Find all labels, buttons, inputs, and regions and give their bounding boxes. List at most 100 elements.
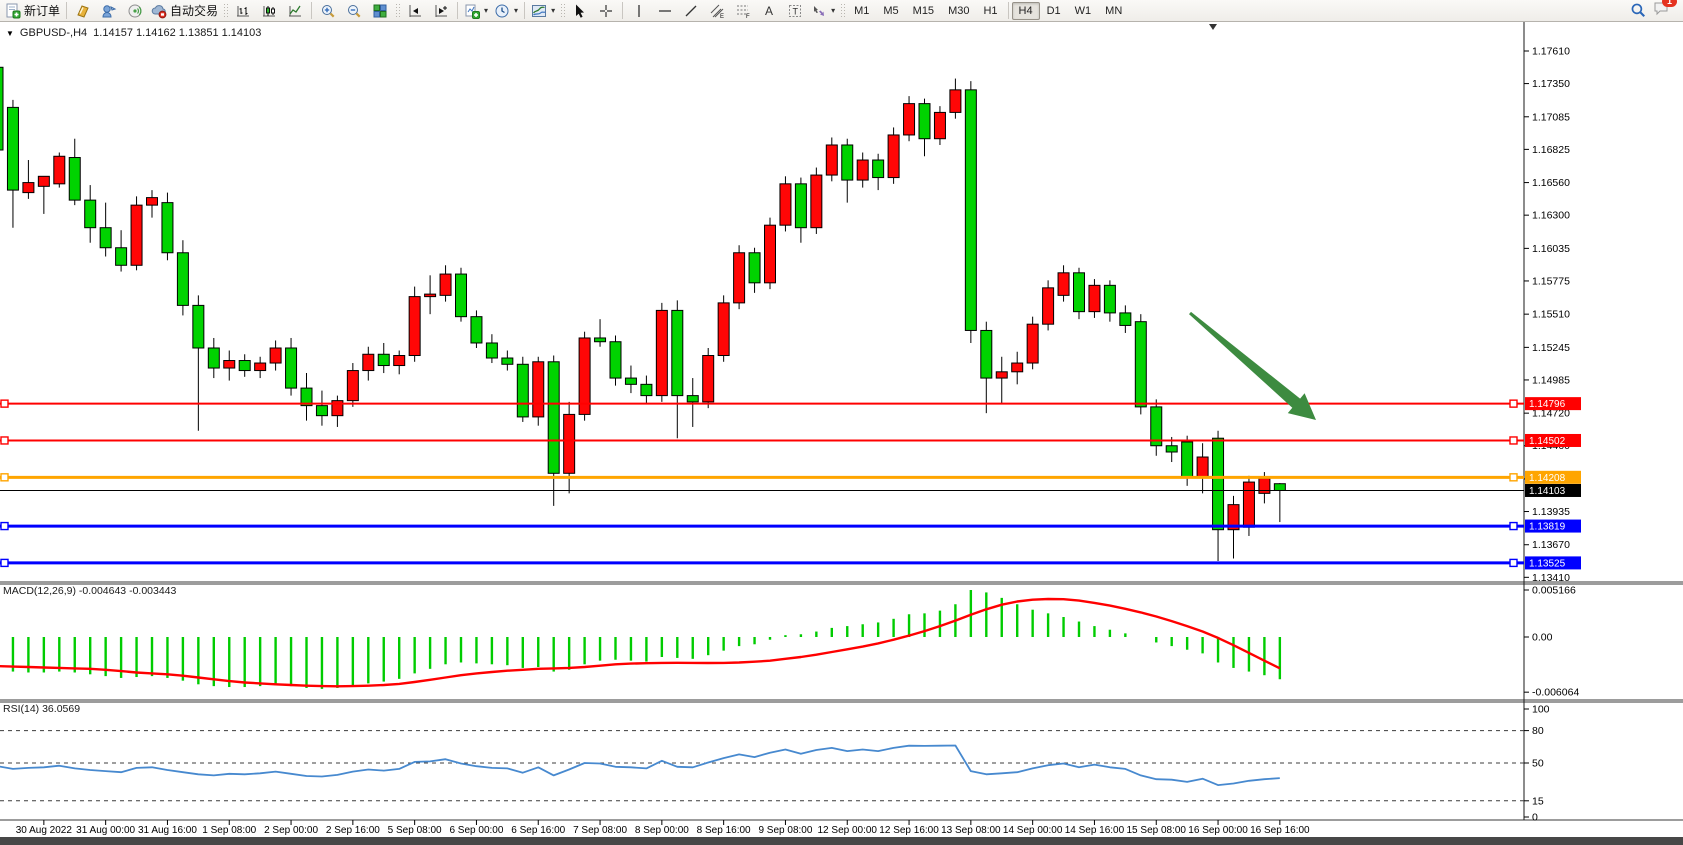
candle: [1089, 285, 1100, 311]
candle: [286, 348, 297, 388]
candle: [564, 414, 575, 473]
svg-text:1.14208: 1.14208: [1529, 473, 1566, 484]
candle: [224, 361, 235, 369]
candle: [842, 145, 853, 180]
hline-handle[interactable]: [1510, 474, 1517, 481]
candle: [456, 274, 467, 317]
candle: [641, 384, 652, 395]
candle: [1027, 324, 1038, 363]
svg-text:1.13935: 1.13935: [1532, 506, 1570, 518]
svg-text:6 Sep 00:00: 6 Sep 00:00: [449, 825, 503, 836]
candle: [610, 342, 621, 378]
svg-text:9 Sep 08:00: 9 Sep 08:00: [758, 825, 812, 836]
svg-text:5 Sep 08:00: 5 Sep 08:00: [388, 825, 442, 836]
hline-handle[interactable]: [1510, 559, 1517, 566]
time-axis[interactable]: 30 Aug 202231 Aug 00:0031 Aug 16:001 Sep…: [16, 820, 1310, 836]
hline-handle[interactable]: [1510, 523, 1517, 530]
candle: [1243, 482, 1254, 527]
candle: [981, 330, 992, 378]
candle: [1182, 442, 1193, 477]
candle: [888, 135, 899, 178]
candle: [440, 274, 451, 295]
candle: [208, 348, 219, 368]
svg-text:100: 100: [1532, 704, 1550, 716]
hline-handle[interactable]: [1, 559, 8, 566]
hline-handle[interactable]: [1, 437, 8, 444]
candle: [811, 175, 822, 228]
candle: [1166, 446, 1177, 452]
svg-text:31 Aug 00:00: 31 Aug 00:00: [76, 825, 135, 836]
svg-text:1.16560: 1.16560: [1532, 177, 1570, 189]
candle: [378, 354, 389, 365]
svg-text:1.17085: 1.17085: [1532, 111, 1570, 123]
candle: [255, 363, 266, 371]
svg-text:1.15775: 1.15775: [1532, 275, 1570, 287]
hline-handle[interactable]: [1, 523, 8, 530]
svg-text:15 Sep 08:00: 15 Sep 08:00: [1127, 825, 1187, 836]
macd-indicator-label: MACD(12,26,9) -0.004643 -0.003443: [3, 585, 176, 597]
hline-handle[interactable]: [1, 474, 8, 481]
svg-text:8 Sep 16:00: 8 Sep 16:00: [697, 825, 751, 836]
rsi-indicator-label: RSI(14) 36.0569: [3, 703, 80, 715]
svg-text:1.16300: 1.16300: [1532, 210, 1570, 222]
rsi-line: [0, 746, 1280, 786]
candle: [1074, 273, 1085, 312]
svg-text:1.13670: 1.13670: [1532, 539, 1570, 551]
candle: [703, 356, 714, 402]
hline-handle[interactable]: [1510, 400, 1517, 407]
symbol-period-label: GBPUSD-,H4: [20, 27, 87, 39]
mt4-window: { "toolbar": { "new_order_label": "新订单",…: [0, 0, 1683, 845]
candle: [1120, 313, 1131, 326]
candle: [1043, 288, 1054, 324]
candle: [100, 228, 111, 248]
candle: [548, 362, 559, 474]
chart-shift-marker[interactable]: [1209, 24, 1217, 30]
candle: [425, 294, 436, 297]
candle: [826, 145, 837, 175]
candle: [162, 203, 173, 253]
chart-canvas[interactable]: 1.176101.173501.170851.168251.165601.163…: [0, 0, 1683, 845]
candle: [1012, 363, 1023, 372]
svg-text:8 Sep 00:00: 8 Sep 00:00: [635, 825, 689, 836]
candle: [1259, 478, 1270, 493]
candle: [239, 361, 250, 371]
svg-text:12 Sep 00:00: 12 Sep 00:00: [818, 825, 878, 836]
svg-text:80: 80: [1532, 725, 1544, 737]
candle: [23, 183, 34, 193]
hline-handle[interactable]: [1, 400, 8, 407]
svg-text:13 Sep 08:00: 13 Sep 08:00: [941, 825, 1001, 836]
candle: [177, 253, 188, 306]
candlestick-series: [0, 65, 1285, 561]
candle: [873, 160, 884, 178]
candle: [687, 396, 698, 402]
horizontal-lines[interactable]: 1.147961.145021.142081.141031.138191.135…: [0, 397, 1581, 569]
svg-text:0: 0: [1532, 812, 1538, 824]
candle: [749, 253, 760, 283]
hline-handle[interactable]: [1510, 437, 1517, 444]
candle: [795, 184, 806, 228]
candle: [270, 348, 281, 363]
rsi-pane[interactable]: [0, 731, 1524, 801]
bottom-window-edge: [0, 837, 1683, 845]
candle: [54, 156, 65, 184]
candle: [996, 372, 1007, 378]
candle: [131, 205, 142, 265]
candle: [0, 67, 3, 150]
svg-text:-0.006064: -0.006064: [1532, 687, 1579, 699]
collapse-triangle-icon[interactable]: ▼: [6, 29, 14, 38]
candle: [471, 317, 482, 343]
macd-pane[interactable]: [0, 590, 1280, 689]
candle: [502, 358, 513, 364]
chart-header: ▼ GBPUSD-,H4 1.14157 1.14162 1.13851 1.1…: [6, 27, 261, 39]
candle: [950, 90, 961, 113]
svg-text:1.17350: 1.17350: [1532, 78, 1570, 90]
svg-text:1.16035: 1.16035: [1532, 243, 1570, 255]
svg-text:6 Sep 16:00: 6 Sep 16:00: [511, 825, 565, 836]
candle: [69, 158, 80, 201]
svg-text:1.17610: 1.17610: [1532, 46, 1570, 58]
candle: [1104, 285, 1115, 313]
svg-text:31 Aug 16:00: 31 Aug 16:00: [138, 825, 197, 836]
candle: [1135, 322, 1146, 407]
candle: [517, 364, 528, 417]
svg-text:1.15510: 1.15510: [1532, 309, 1570, 321]
